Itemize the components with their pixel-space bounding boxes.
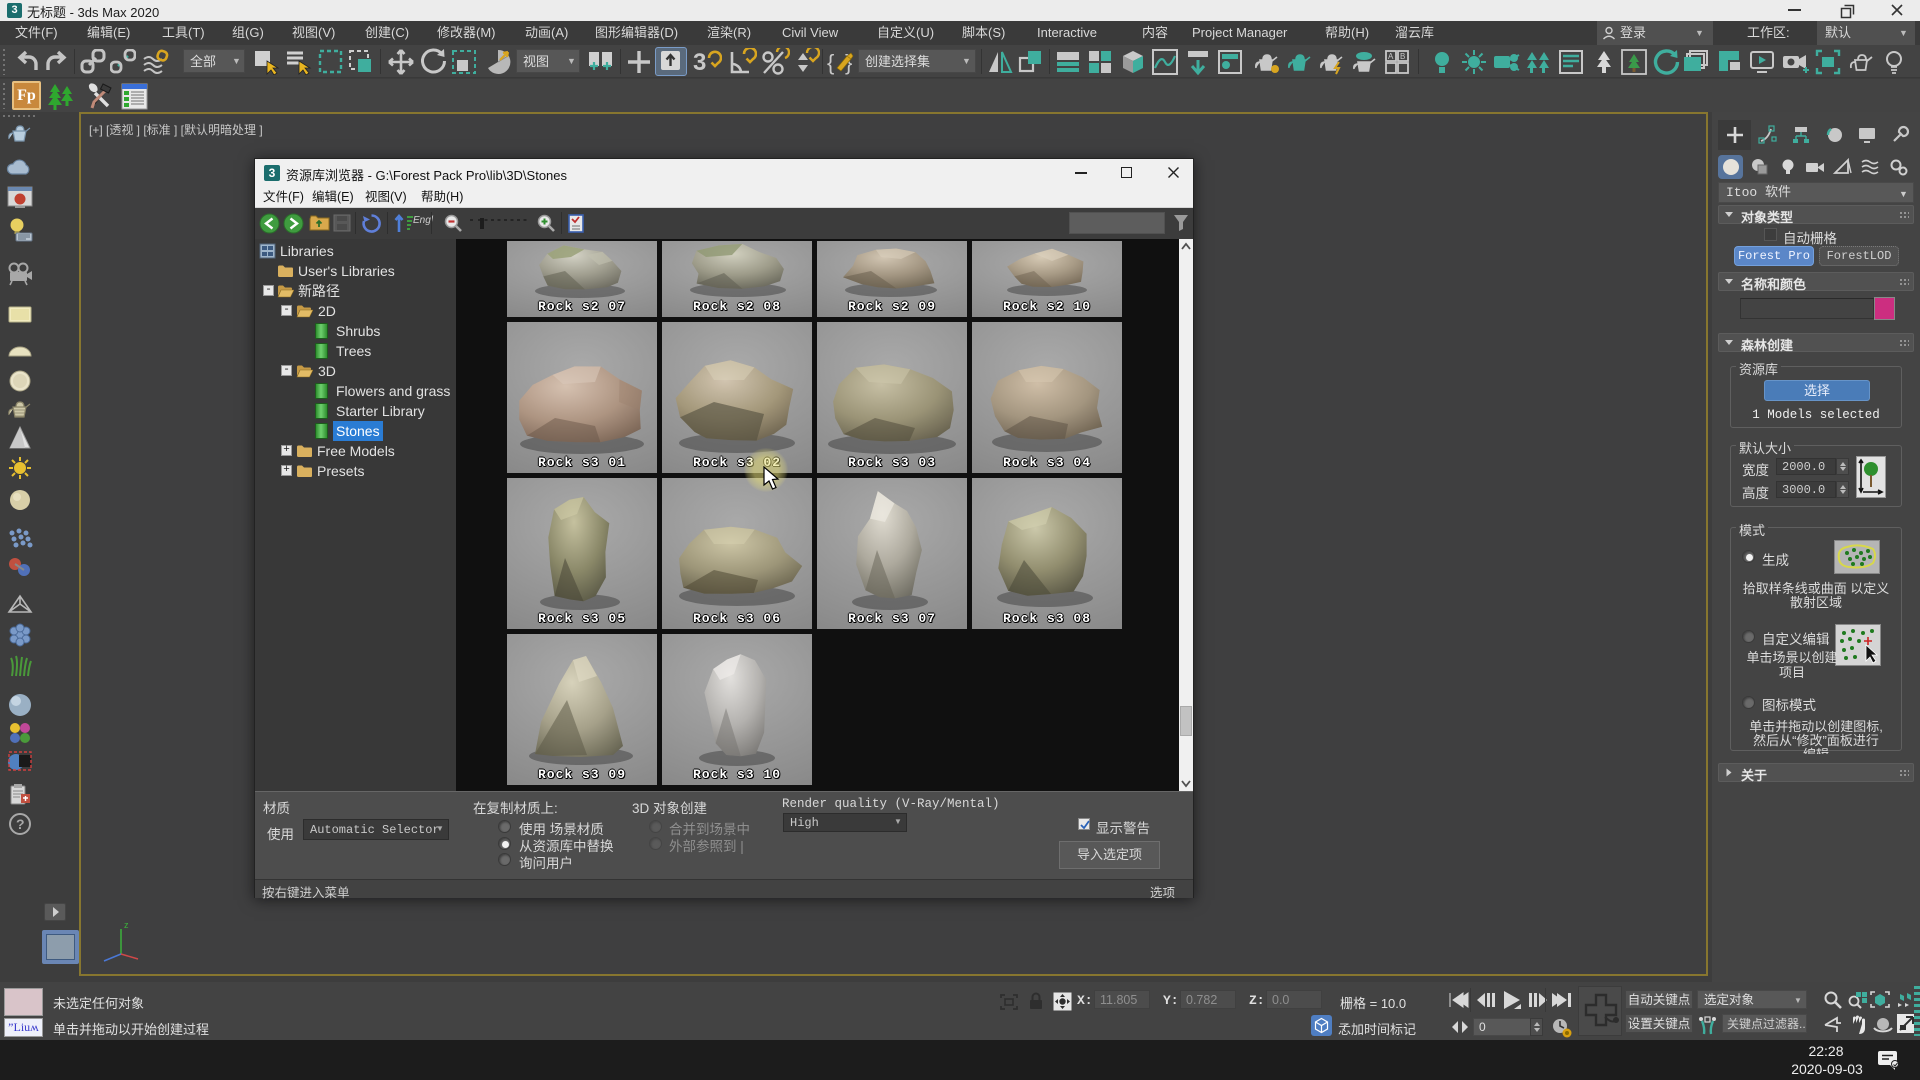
svg-text:3: 3 — [693, 49, 706, 76]
svg-text:{: { — [827, 50, 834, 75]
svg-text:A: A — [1388, 52, 1394, 61]
svg-text:?: ? — [16, 816, 25, 832]
svg-text:B: B — [1400, 52, 1405, 61]
svg-text:z: z — [124, 920, 129, 930]
